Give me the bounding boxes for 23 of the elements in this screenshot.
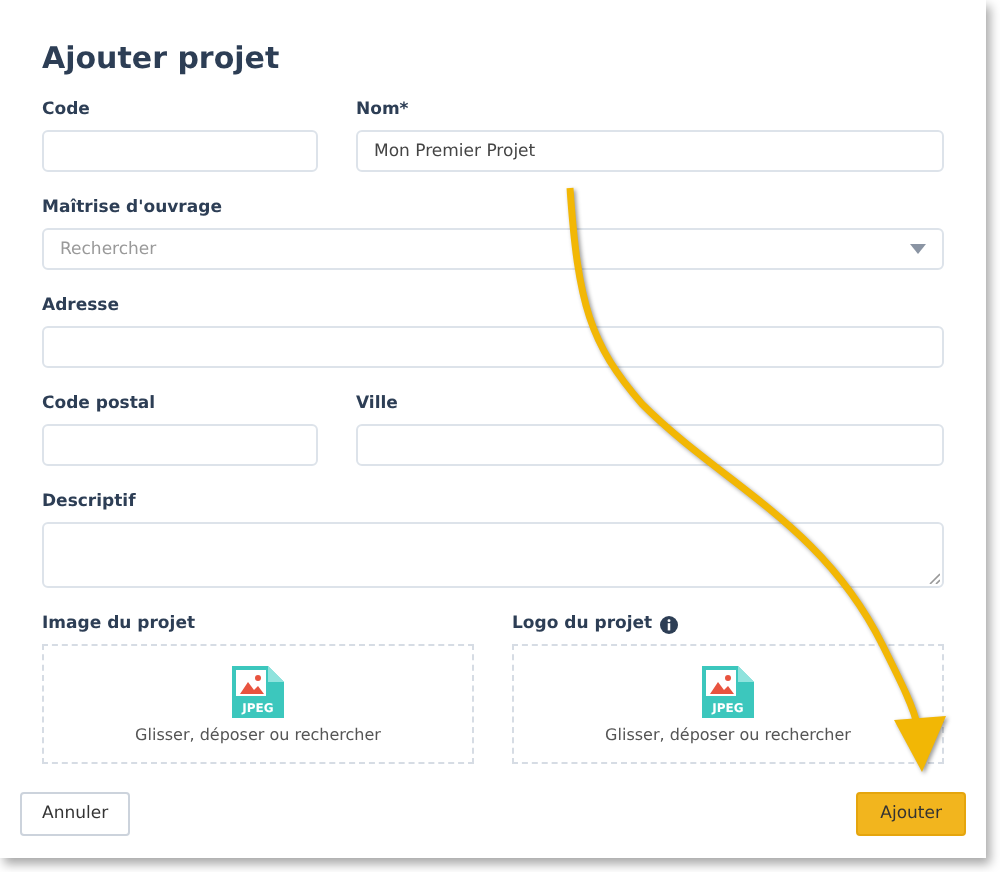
add-button[interactable]: Ajouter bbox=[856, 792, 966, 836]
input-field[interactable] bbox=[42, 130, 318, 172]
field-label: Maîtrise d'ouvrage bbox=[42, 198, 224, 218]
field-label: Adresse bbox=[42, 296, 122, 316]
info-icon[interactable] bbox=[660, 615, 679, 633]
input-field[interactable] bbox=[42, 424, 318, 466]
field-label: Code postal bbox=[42, 394, 158, 414]
field-label: Image du projet bbox=[42, 614, 196, 634]
field-label: Logo du projet bbox=[512, 614, 653, 634]
field-label: Nom* bbox=[356, 100, 411, 120]
field-label: Descriptif bbox=[42, 492, 138, 512]
field-label: Code bbox=[42, 100, 92, 120]
input-field[interactable]: Mon Premier Projet bbox=[356, 130, 944, 172]
drop-hint: Glisser, déposer ou rechercher bbox=[605, 725, 851, 743]
resize-grip-icon bbox=[928, 572, 940, 584]
drop-hint: Glisser, déposer ou rechercher bbox=[135, 725, 381, 743]
cancel-button[interactable]: Annuler bbox=[20, 792, 131, 836]
input-field[interactable] bbox=[42, 326, 944, 368]
input-field[interactable] bbox=[356, 424, 944, 466]
dialog-title: Ajouter projet bbox=[42, 40, 282, 76]
caret-icon bbox=[910, 244, 926, 254]
field-label: Ville bbox=[356, 394, 400, 414]
text-area[interactable] bbox=[42, 522, 944, 588]
